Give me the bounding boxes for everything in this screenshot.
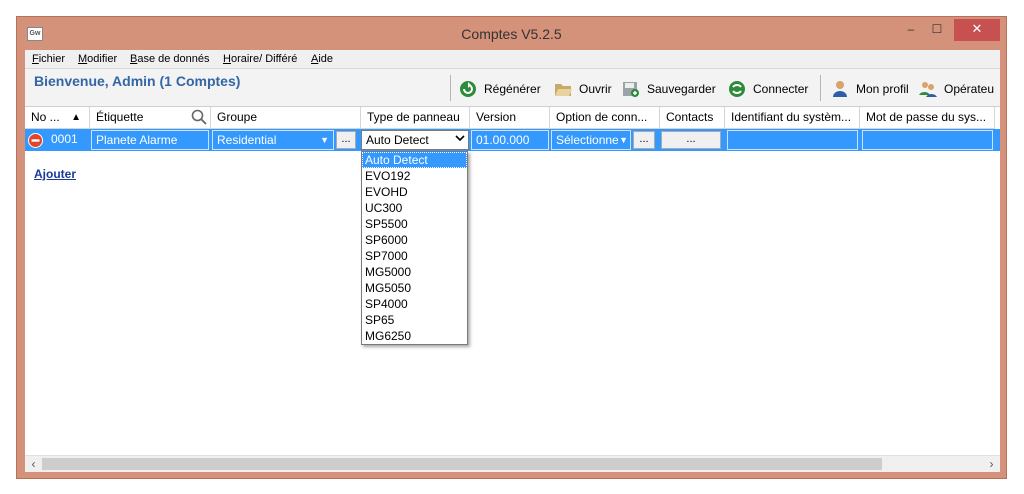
menu-label: ase de donnés xyxy=(137,53,210,65)
system-id-field[interactable] xyxy=(727,130,858,150)
dropdown-arrow-icon: ▼ xyxy=(619,131,628,149)
panel-option-sp6000[interactable]: SP6000 xyxy=(362,232,467,248)
column-header-label: Type de panneau xyxy=(367,110,460,124)
user-icon xyxy=(831,80,849,98)
column-header-label: Identifiant du systèm... xyxy=(731,110,852,124)
row-number: 0001 xyxy=(51,132,78,146)
menu-accel: H xyxy=(223,53,231,65)
connect-icon xyxy=(728,80,746,98)
column-header-system-id[interactable]: Identifiant du systèm... xyxy=(725,107,860,129)
welcome-message: Bienvenue, Admin (1 Comptes) xyxy=(34,73,241,89)
connection-option-value: Sélectionner xyxy=(556,133,623,147)
menu-label: ichier xyxy=(38,53,66,65)
horizontal-scrollbar[interactable]: ‹ › xyxy=(25,455,1000,472)
save-label: Sauvegarder xyxy=(647,82,716,96)
panel-type-dropdown-list: Auto Detect EVO192 EVOHD UC300 SP5500 SP… xyxy=(361,151,468,345)
group-select[interactable]: Residential ▼ xyxy=(212,130,334,150)
toolbar: Bienvenue, Admin (1 Comptes) Régénérer O… xyxy=(25,69,1000,107)
regenerate-label: Régénérer xyxy=(484,82,541,96)
label-field[interactable]: Planete Alarme xyxy=(91,130,209,150)
panel-type-combobox[interactable]: Auto Detect xyxy=(361,130,469,150)
column-header-label-text: Étiquette xyxy=(96,110,144,124)
column-header-label: Version xyxy=(476,110,517,124)
scroll-right-arrow[interactable]: › xyxy=(983,456,1000,473)
panel-option-evohd[interactable]: EVOHD xyxy=(362,184,467,200)
chevron-down-icon[interactable] xyxy=(452,131,468,149)
column-header-label: Option de conn... xyxy=(556,110,648,124)
column-header-label: Mot de passe du sys... xyxy=(866,110,987,124)
column-header-connection-option[interactable]: Option de conn... xyxy=(550,107,660,129)
menu-label: odifier xyxy=(87,53,118,65)
my-profile-label: Mon profil xyxy=(856,82,909,96)
client-area: Fichier Modifier Base de donnés Horaire/… xyxy=(25,50,1000,472)
connect-label: Connecter xyxy=(753,82,809,96)
title-bar[interactable]: Gw Comptes V5.2.5 – ☐ ✕ xyxy=(17,17,1006,51)
window-title: Comptes V5.2.5 xyxy=(461,26,562,42)
toolbar-separator xyxy=(450,75,451,101)
system-password-field[interactable] xyxy=(862,130,993,150)
menu-accel: M xyxy=(78,53,88,65)
column-header-label: No ... xyxy=(31,110,60,124)
close-button[interactable]: ✕ xyxy=(954,19,1000,41)
column-header-version[interactable]: Version xyxy=(470,107,550,129)
column-header-label: Groupe xyxy=(217,110,258,124)
connect-button[interactable]: Connecter xyxy=(728,79,808,99)
column-header-number[interactable]: No ... ▲ xyxy=(25,107,90,129)
menu-bar: Fichier Modifier Base de donnés Horaire/… xyxy=(25,50,1000,69)
add-account-link[interactable]: Ajouter xyxy=(34,167,76,181)
panel-option-uc300[interactable]: UC300 xyxy=(362,200,467,216)
search-icon[interactable] xyxy=(191,109,207,128)
folder-open-icon xyxy=(554,80,572,98)
save-icon xyxy=(622,80,640,98)
panel-option-mg6250[interactable]: MG6250 xyxy=(362,328,467,344)
menu-aide[interactable]: Aide xyxy=(311,53,333,65)
menu-accel: F xyxy=(32,53,39,65)
group-ellipsis-button[interactable]: ... xyxy=(336,131,356,149)
menu-base-de-donnes[interactable]: Base de donnés xyxy=(130,53,210,65)
delete-icon[interactable] xyxy=(28,133,43,151)
app-window: Gw Comptes V5.2.5 – ☐ ✕ Fichier Modifier… xyxy=(16,16,1007,479)
panel-type-value: Auto Detect xyxy=(366,133,429,147)
menu-horaire-differe[interactable]: Horaire/ Différé xyxy=(223,53,297,65)
regenerate-button[interactable]: Régénérer xyxy=(459,79,541,99)
refresh-icon xyxy=(459,80,477,98)
column-header-group[interactable]: Groupe xyxy=(211,107,361,129)
menu-fichier[interactable]: Fichier xyxy=(32,53,65,65)
panel-option-mg5050[interactable]: MG5050 xyxy=(362,280,467,296)
open-button[interactable]: Ouvrir xyxy=(554,79,612,99)
toolbar-separator xyxy=(820,75,821,101)
column-header-contacts[interactable]: Contacts xyxy=(660,107,725,129)
scroll-left-arrow[interactable]: ‹ xyxy=(25,456,42,473)
scroll-thumb[interactable] xyxy=(42,458,882,470)
maximize-button[interactable]: ☐ xyxy=(924,19,950,41)
dropdown-arrow-icon: ▼ xyxy=(320,135,329,145)
contacts-button[interactable]: ... xyxy=(661,131,721,149)
column-header-system-password[interactable]: Mot de passe du sys... xyxy=(860,107,995,129)
operators-icon xyxy=(919,80,937,98)
open-label: Ouvrir xyxy=(579,82,612,96)
my-profile-button[interactable]: Mon profil xyxy=(831,79,909,99)
panel-option-sp5500[interactable]: SP5500 xyxy=(362,216,467,232)
version-field[interactable]: 01.00.000 xyxy=(471,130,549,150)
panel-option-sp65[interactable]: SP65 xyxy=(362,312,467,328)
panel-option-sp4000[interactable]: SP4000 xyxy=(362,296,467,312)
operators-button[interactable]: Opérateu xyxy=(919,79,994,99)
connection-ellipsis-button[interactable]: ... xyxy=(633,131,655,149)
group-value: Residential xyxy=(217,133,277,147)
panel-option-sp7000[interactable]: SP7000 xyxy=(362,248,467,264)
connection-option-select[interactable]: Sélectionner ▼ xyxy=(551,130,631,150)
menu-label: oraire/ Différé xyxy=(230,53,298,65)
minimize-button[interactable]: – xyxy=(898,19,924,41)
menu-label: ide xyxy=(318,53,334,65)
column-header-label: Contacts xyxy=(666,110,714,124)
column-header-panel-type[interactable]: Type de panneau xyxy=(361,107,470,129)
sort-ascending-icon: ▲ xyxy=(71,112,81,123)
operators-label: Opérateu xyxy=(944,82,995,96)
panel-option-auto-detect[interactable]: Auto Detect xyxy=(362,152,467,168)
panel-option-mg5000[interactable]: MG5000 xyxy=(362,264,467,280)
panel-option-evo192[interactable]: EVO192 xyxy=(362,168,467,184)
column-header-label[interactable]: Étiquette xyxy=(90,107,211,129)
menu-modifier[interactable]: Modifier xyxy=(78,53,117,65)
save-button[interactable]: Sauvegarder xyxy=(622,79,716,99)
